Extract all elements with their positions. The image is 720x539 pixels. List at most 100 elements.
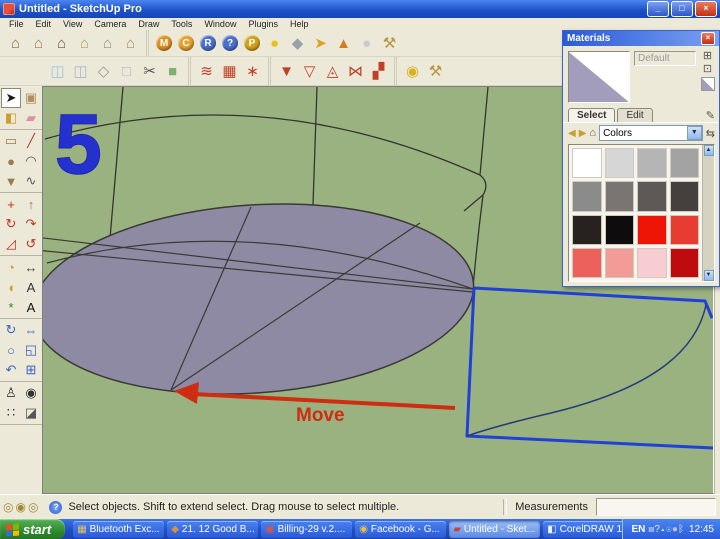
view-top-icon[interactable]: ⌂ bbox=[73, 32, 96, 54]
create-material-icon[interactable]: ⊞ bbox=[703, 51, 712, 62]
color-swatch[interactable] bbox=[637, 214, 667, 245]
menu-item-window[interactable]: Window bbox=[199, 19, 241, 29]
zoom-extents-tool-icon[interactable]: ⊞ bbox=[21, 360, 41, 380]
swatch-scrollbar[interactable]: ▲ ▼ bbox=[702, 145, 714, 281]
rectangle-tool-icon[interactable]: ▭ bbox=[1, 131, 21, 151]
toolbox-icon[interactable]: ⚒ bbox=[378, 32, 401, 54]
view-back-icon[interactable]: ⌂ bbox=[96, 32, 119, 54]
hidden-line-icon[interactable]: □ bbox=[115, 60, 138, 82]
language-indicator[interactable]: EN bbox=[631, 524, 645, 535]
color-swatch[interactable] bbox=[669, 148, 699, 179]
select-tool-icon[interactable]: ➤ bbox=[1, 88, 21, 108]
taskbar-item-coreldraw-window[interactable]: ◧CorelDRAW 1... bbox=[543, 521, 623, 538]
pan-tool-icon[interactable]: ⇔ bbox=[21, 320, 41, 340]
view-plan-icon[interactable]: ⌂ bbox=[119, 32, 142, 54]
tab-edit[interactable]: Edit bbox=[617, 108, 653, 122]
geo-location-icon[interactable]: ◎ bbox=[3, 500, 13, 514]
zoom-previous-tool-icon[interactable]: ↶ bbox=[1, 360, 21, 380]
orbit-tool-icon[interactable]: ↻ bbox=[1, 320, 21, 340]
flip-edge-icon[interactable]: ⋈ bbox=[344, 60, 367, 82]
menu-item-plugins[interactable]: Plugins bbox=[243, 19, 283, 29]
color-swatch[interactable] bbox=[604, 148, 634, 179]
taskbar-item-billing-window[interactable]: ▣ Billing-29 v.2.... bbox=[261, 521, 353, 538]
measurements-input[interactable] bbox=[596, 498, 716, 516]
color-swatch[interactable] bbox=[572, 214, 602, 245]
smoove-icon[interactable]: ∗ bbox=[241, 60, 264, 82]
text-tool-icon[interactable]: A bbox=[21, 277, 41, 297]
color-swatch[interactable] bbox=[572, 247, 602, 278]
circle-tool-icon[interactable]: ● bbox=[1, 151, 21, 171]
taskbar-item-facebook-window[interactable]: ◉ Facebook - G... bbox=[355, 521, 447, 538]
offset-tool-icon[interactable]: ↺ bbox=[21, 234, 41, 254]
terrain-icon[interactable]: ▞ bbox=[367, 60, 390, 82]
rotate-tool-icon[interactable]: ↻ bbox=[1, 214, 21, 234]
dimension-tool-icon[interactable]: ↔ bbox=[21, 257, 41, 277]
color-swatch[interactable] bbox=[637, 181, 667, 212]
scroll-down-icon[interactable]: ▼ bbox=[703, 270, 714, 281]
context-help-icon[interactable]: ? bbox=[49, 500, 63, 514]
layers-diamond-icon[interactable]: ◆ bbox=[286, 32, 309, 54]
polygon-tool-icon[interactable]: ▼ bbox=[1, 171, 21, 191]
color-swatch[interactable] bbox=[604, 247, 634, 278]
color-swatch[interactable] bbox=[637, 148, 667, 179]
back-edges-icon[interactable]: ◫ bbox=[69, 60, 92, 82]
color-swatch[interactable] bbox=[572, 148, 602, 179]
walk-tool-icon[interactable]: ∷ bbox=[1, 403, 21, 423]
restore-button[interactable]: □ bbox=[671, 1, 693, 17]
line-tool-icon[interactable]: ╱ bbox=[21, 131, 41, 151]
minimize-button[interactable]: _ bbox=[647, 1, 669, 17]
material-name-field[interactable]: Default bbox=[634, 51, 696, 66]
dropdown-arrow-icon[interactable]: ▼ bbox=[686, 126, 702, 140]
view-front-icon[interactable]: ⌂ bbox=[50, 32, 73, 54]
utilities-icon[interactable]: ⚒ bbox=[424, 60, 447, 82]
move-tool-icon[interactable]: + bbox=[1, 194, 21, 214]
stamp-icon[interactable]: ▼ bbox=[275, 60, 298, 82]
back-arrow-icon[interactable]: ◀ bbox=[568, 128, 576, 139]
menu-item-tools[interactable]: Tools bbox=[166, 19, 197, 29]
clock[interactable]: 12:45 bbox=[689, 524, 714, 535]
taskbar-item-sketchup-window[interactable]: ▰ Untitled - Sket... bbox=[449, 521, 541, 538]
push-pull-tool-icon[interactable]: ↑ bbox=[21, 194, 41, 214]
section-cut-icon[interactable]: ✂ bbox=[138, 60, 161, 82]
drape-icon[interactable]: ▽ bbox=[298, 60, 321, 82]
color-swatch[interactable] bbox=[637, 247, 667, 278]
flag-icon[interactable]: ➤ bbox=[309, 32, 332, 54]
color-swatch[interactable] bbox=[604, 181, 634, 212]
bluetooth-tray-icon[interactable]: ᛒ bbox=[678, 524, 684, 535]
collection-dropdown[interactable]: Colors ▼ bbox=[599, 125, 703, 141]
paint-bucket-icon[interactable]: ◧ bbox=[1, 108, 21, 128]
taskbar-item-bluetooth-window[interactable]: ▦ Bluetooth Exc... bbox=[73, 521, 165, 538]
color-swatch[interactable] bbox=[669, 214, 699, 245]
3d-text-tool-icon[interactable]: A bbox=[21, 297, 41, 317]
freehand-tool-icon[interactable]: ∿ bbox=[21, 171, 41, 191]
home-icon[interactable]: ⌂ bbox=[589, 127, 596, 139]
sandbox-from-contours-icon[interactable]: ≋ bbox=[195, 60, 218, 82]
sandbox-from-scratch-icon[interactable]: ▦ bbox=[218, 60, 241, 82]
pro-tag-icon[interactable]: P bbox=[244, 35, 260, 51]
color-swatch[interactable] bbox=[669, 247, 699, 278]
section-plane-tool-icon[interactable]: ◪ bbox=[21, 403, 41, 423]
view-iso-icon[interactable]: ⌂ bbox=[4, 32, 27, 54]
help-coin-icon[interactable]: ? bbox=[222, 35, 238, 51]
x-ray-icon[interactable]: ◫ bbox=[46, 60, 69, 82]
sphere-yellow-icon[interactable]: ● bbox=[263, 32, 286, 54]
sample-paint-icon[interactable]: ✎ bbox=[706, 109, 715, 122]
tape-measure-tool-icon[interactable]: ◔ bbox=[1, 257, 21, 277]
shaded-icon[interactable]: ■ bbox=[161, 60, 184, 82]
position-camera-tool-icon[interactable]: ♙ bbox=[1, 383, 21, 403]
color-swatch[interactable] bbox=[669, 181, 699, 212]
scroll-up-icon[interactable]: ▲ bbox=[703, 145, 714, 156]
components-icon[interactable]: C bbox=[178, 35, 194, 51]
look-around-tool-icon[interactable]: ◉ bbox=[21, 383, 41, 403]
eraser-icon[interactable]: ▰ bbox=[21, 108, 41, 128]
follow-me-tool-icon[interactable]: ↷ bbox=[21, 214, 41, 234]
axes-tool-icon[interactable]: * bbox=[1, 297, 21, 317]
forward-arrow-icon[interactable]: ▶ bbox=[579, 128, 587, 139]
scale-tool-icon[interactable]: ◿ bbox=[1, 234, 21, 254]
add-detail-icon[interactable]: ◬ bbox=[321, 60, 344, 82]
sign-in-icon[interactable]: ◎ bbox=[28, 500, 38, 514]
make-component-icon[interactable]: ▣ bbox=[21, 88, 41, 108]
zoom-tool-icon[interactable]: ○ bbox=[1, 340, 21, 360]
claim-credit-icon[interactable]: ◉ bbox=[15, 500, 25, 514]
tab-select[interactable]: Select bbox=[568, 108, 616, 122]
